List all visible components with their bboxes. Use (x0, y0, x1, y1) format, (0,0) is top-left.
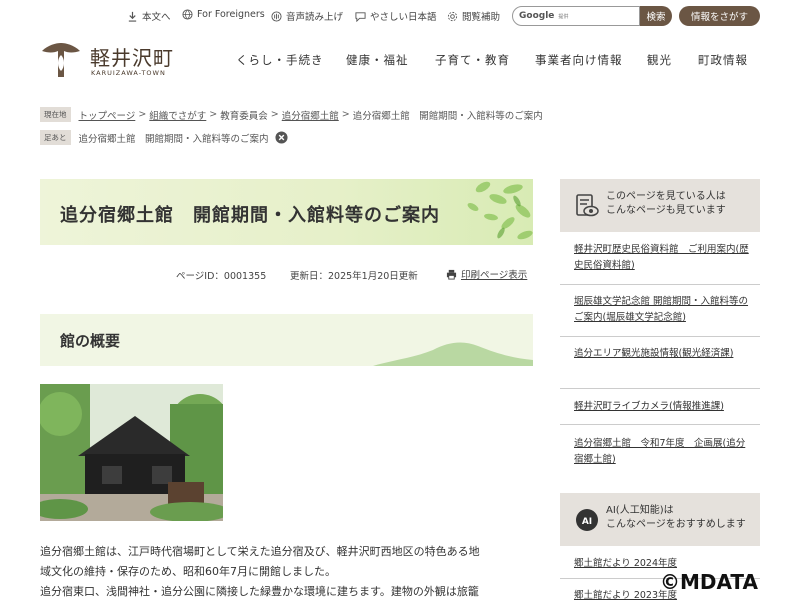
ai-head-icon: AI (576, 509, 598, 531)
breadcrumb-current: 追分宿郷土館 開館期間・入館料等のご案内 (352, 110, 543, 122)
related-link-exhibition[interactable]: 追分宿郷土館 令和7年度 企画展(追分宿郷土館) (574, 436, 754, 468)
page-id: ページID：0001355 (176, 271, 267, 282)
breadcrumb: 現在地 トップページ > 組織でさがす > 教育委員会 > 追分宿郷土館 > 追… (40, 107, 543, 122)
mountain-decoration-icon (373, 342, 533, 366)
find-info-button[interactable]: 情報をさがす (679, 6, 760, 26)
town-logo-subtitle: KARUIZAWA-TOWN (91, 69, 166, 77)
download-arrow-icon (128, 11, 137, 22)
related-link-history-museum[interactable]: 軽井沢町歴史民俗資料館 ご利用案内(歴史民俗資料館) (574, 242, 754, 274)
breadcrumb-museum[interactable]: 追分宿郷土館 (282, 108, 339, 122)
print-page-link[interactable]: 印刷ページ表示 (446, 267, 527, 281)
close-icon[interactable] (274, 131, 288, 144)
body-paragraph-line-2: 域文化の維持・保存のため、昭和60年7月に開館しました。 (40, 565, 336, 578)
history-label: 足あと (40, 130, 71, 145)
related-link-live-camera[interactable]: 軽井沢町ライブカメラ(情報推進課) (574, 399, 754, 415)
utility-bar: 本文へ For Foreigners 音声読み上げ やさしい日本語 閲覧補助 G… (0, 6, 800, 28)
nav-education[interactable]: 子育て・教育 (435, 52, 510, 68)
leaves-decoration-icon (467, 181, 533, 240)
page-title: 追分宿郷土館 開館期間・入館料等のご案内 (60, 205, 440, 226)
nav-living[interactable]: くらし・手続き (236, 52, 324, 68)
related-link-hori-museum[interactable]: 堀辰雄文学記念館 開館期間・入館料等のご案内(堀辰雄文学記念館) (574, 294, 754, 326)
history-trail: 足あと 追分宿郷土館 開館期間・入館料等のご案内 (40, 130, 288, 145)
page-title-banner: 追分宿郷土館 開館期間・入館料等のご案内 (40, 179, 533, 245)
watermark: ©MDATA (660, 570, 758, 594)
body-paragraph-line-3: 追分宿東口、浅間神社・追分公園に隣接した緑豊かな環境に建ちます。建物の外観は旅籠 (40, 585, 479, 598)
current-location-label: 現在地 (40, 107, 71, 122)
printer-icon (446, 269, 457, 280)
audio-icon (271, 10, 282, 22)
section-heading: 館の概要 (60, 332, 121, 350)
breadcrumb-organization[interactable]: 組織でさがす (149, 108, 206, 122)
browse-assist-link[interactable]: 閲覧補助 (447, 9, 500, 23)
town-logo-text[interactable]: 軽井沢町 (90, 42, 174, 71)
gear-icon (447, 11, 458, 21)
section-heading-banner: 館の概要 (40, 314, 533, 366)
updated-date: 更新日：2025年1月20日更新 (290, 271, 418, 282)
search-button[interactable]: 検索 (640, 6, 672, 26)
museum-building-photo (40, 384, 223, 521)
speech-bubble-icon (355, 11, 366, 22)
easy-japanese-link[interactable]: やさしい日本語 (355, 9, 437, 23)
for-foreigners-link[interactable]: For Foreigners (182, 9, 265, 20)
breadcrumb-education-board: 教育委員会 (220, 110, 268, 122)
ai-recommend-header: AI AI(人工知能)は こんなページをおすすめします (560, 493, 760, 546)
related-pages-header: このページを見ている人は こんなページも見ています (560, 179, 760, 232)
history-item[interactable]: 追分宿郷土館 開館期間・入館料等のご案内 (79, 131, 269, 145)
search-input[interactable]: Google 提供 (512, 6, 640, 26)
read-aloud-link[interactable]: 音声読み上げ (271, 9, 343, 23)
globe-icon (182, 9, 193, 20)
related-link-oiwake-tourism[interactable]: 追分エリア観光施設情報(観光経済課) (574, 346, 754, 362)
skip-to-content-link[interactable]: 本文へ (127, 9, 171, 23)
breadcrumb-top[interactable]: トップページ (79, 108, 136, 122)
svg-text:AI: AI (582, 517, 592, 527)
nav-town-info[interactable]: 町政情報 (698, 52, 748, 68)
nav-business[interactable]: 事業者向け情報 (535, 52, 623, 68)
nav-health[interactable]: 健康・福祉 (346, 52, 409, 68)
nav-tourism[interactable]: 観光 (647, 52, 672, 68)
town-logo-icon[interactable] (40, 41, 82, 79)
body-paragraph-line-1: 追分宿郷土館は、江戸時代宿場町として栄えた追分宿及び、軽井沢町西地区の特色ある地 (40, 545, 480, 558)
document-eye-icon (576, 194, 599, 217)
